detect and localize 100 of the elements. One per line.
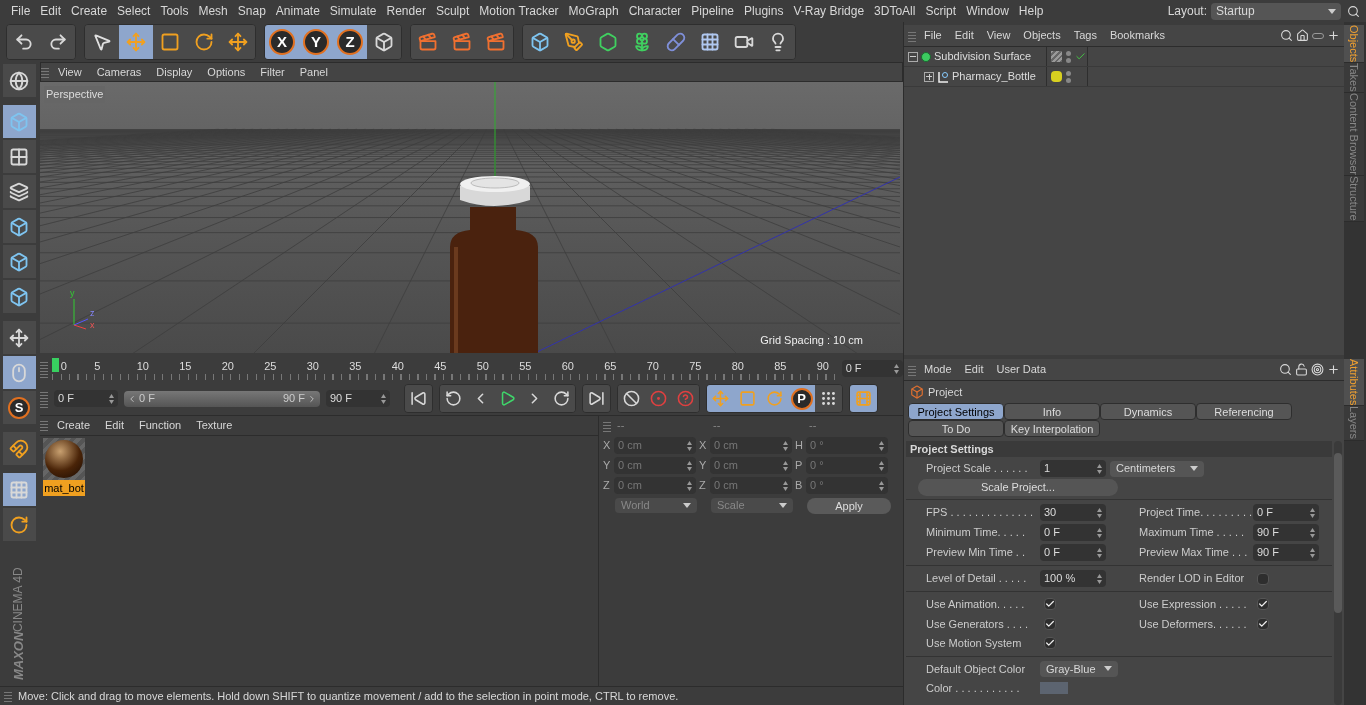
value-field[interactable]: 90 F bbox=[1253, 524, 1319, 541]
target-icon[interactable] bbox=[1311, 363, 1324, 376]
caret-icon[interactable] bbox=[1328, 8, 1336, 14]
range-slider[interactable]: 0 F 90 F bbox=[124, 390, 320, 407]
menu-item[interactable]: Edit bbox=[35, 2, 67, 20]
checkbox[interactable] bbox=[1044, 617, 1056, 630]
value-field[interactable]: 100 % bbox=[1040, 570, 1106, 587]
axis-lock-button[interactable]: Z bbox=[333, 25, 367, 59]
caret-icon[interactable] bbox=[779, 503, 787, 508]
tool-button[interactable] bbox=[2, 473, 36, 506]
menu-item[interactable]: Bookmarks bbox=[1104, 27, 1170, 44]
search-icon[interactable] bbox=[1347, 4, 1360, 18]
menu-item[interactable]: Animate bbox=[270, 2, 325, 20]
menu-item[interactable]: User Data bbox=[991, 361, 1052, 378]
menu-item[interactable]: File bbox=[6, 2, 36, 20]
menu-item[interactable]: Render bbox=[381, 2, 431, 20]
tool-button[interactable] bbox=[405, 385, 432, 412]
tool-button[interactable]: S bbox=[2, 391, 36, 424]
tool-button[interactable] bbox=[2, 356, 36, 389]
material-preview[interactable] bbox=[43, 437, 85, 480]
caret-icon[interactable] bbox=[1104, 666, 1112, 672]
spinner-icon[interactable] bbox=[381, 393, 386, 404]
menu-item[interactable]: Edit bbox=[949, 27, 979, 44]
viewport[interactable]: Perspective Grid Spacing : 10 cm y z x bbox=[40, 82, 903, 353]
tool-button[interactable] bbox=[2, 432, 36, 465]
home-icon[interactable] bbox=[1296, 29, 1309, 42]
tab[interactable]: Info bbox=[1004, 403, 1100, 420]
menu-item[interactable]: Simulate bbox=[324, 2, 382, 20]
menu-item[interactable]: Mesh bbox=[193, 2, 233, 20]
object-name[interactable]: Pharmacy_Bottle bbox=[952, 68, 1036, 85]
spinner-icon[interactable] bbox=[1097, 527, 1102, 538]
spinner-icon[interactable] bbox=[109, 393, 114, 404]
color-dropdown[interactable]: Gray-Blue bbox=[1040, 660, 1118, 677]
spinner-icon[interactable] bbox=[1310, 527, 1315, 538]
spinner-icon[interactable] bbox=[1097, 463, 1102, 474]
tab[interactable]: To Do bbox=[908, 420, 1004, 437]
side-tab[interactable]: Objects bbox=[1344, 25, 1364, 64]
spinner-icon[interactable] bbox=[894, 363, 899, 374]
value-field[interactable]: 90 F bbox=[1253, 544, 1319, 561]
menu-item[interactable]: View bbox=[52, 63, 88, 81]
value-field[interactable]: 90 F bbox=[326, 390, 390, 407]
value-field[interactable]: 0 F bbox=[1253, 504, 1319, 521]
menu-item[interactable]: Texture bbox=[190, 416, 239, 434]
menu-item[interactable]: MoGraph bbox=[563, 2, 624, 20]
tool-button[interactable] bbox=[2, 175, 36, 208]
layout-dropdown[interactable]: Startup bbox=[1211, 2, 1341, 20]
menu-item[interactable]: Edit bbox=[959, 361, 989, 378]
spinner-icon[interactable] bbox=[1097, 507, 1102, 518]
menu-item[interactable]: Script bbox=[920, 2, 962, 20]
tab[interactable]: Referencing bbox=[1196, 403, 1292, 420]
object-name[interactable]: Subdivision Surface bbox=[934, 48, 1032, 65]
tool-button[interactable] bbox=[2, 508, 36, 541]
checkbox[interactable] bbox=[1257, 617, 1269, 630]
tool-button[interactable] bbox=[583, 385, 610, 412]
unit-dropdown[interactable]: Centimeters bbox=[1110, 460, 1204, 477]
section-header[interactable]: Project Settings bbox=[906, 441, 1332, 457]
checkbox[interactable] bbox=[1044, 598, 1056, 611]
spinner-icon[interactable] bbox=[1310, 547, 1315, 558]
menu-item[interactable]: Motion Tracker bbox=[474, 2, 564, 20]
visibility-dots-icon[interactable] bbox=[1066, 70, 1071, 83]
value-field[interactable]: 0 F bbox=[1040, 524, 1106, 541]
menu-item[interactable]: Create bbox=[66, 2, 113, 20]
caret-icon[interactable] bbox=[1190, 466, 1198, 471]
caret-icon[interactable] bbox=[683, 503, 691, 508]
menu-item[interactable]: Function bbox=[133, 416, 188, 434]
value-field[interactable]: 0 F bbox=[1040, 544, 1106, 561]
enabled-check-icon[interactable] bbox=[1075, 51, 1086, 62]
menu-item[interactable]: 3DToAll bbox=[869, 2, 921, 20]
tool-button[interactable] bbox=[2, 280, 36, 313]
menu-item[interactable]: Select bbox=[112, 2, 156, 20]
tool-button[interactable] bbox=[2, 321, 36, 354]
layer-color-swatch[interactable] bbox=[1051, 71, 1062, 82]
color-swatch[interactable] bbox=[1040, 682, 1068, 695]
tool-button[interactable] bbox=[2, 140, 36, 173]
tool-button[interactable] bbox=[2, 105, 36, 138]
lock-icon[interactable] bbox=[1295, 363, 1308, 376]
axis-lock-button[interactable]: X bbox=[265, 25, 299, 59]
menu-item[interactable]: Pipeline bbox=[686, 2, 740, 20]
menu-item[interactable]: Tools bbox=[155, 2, 194, 20]
side-tab[interactable]: Attributes bbox=[1344, 359, 1364, 407]
menu-item[interactable]: Snap bbox=[232, 2, 271, 20]
tab[interactable]: Dynamics bbox=[1100, 403, 1196, 420]
tab[interactable]: Key Interpolation bbox=[1004, 420, 1100, 437]
menu-item[interactable]: View bbox=[981, 27, 1016, 44]
visibility-dots-icon[interactable] bbox=[1066, 50, 1071, 63]
menu-item[interactable]: Tags bbox=[1068, 27, 1102, 44]
value-field[interactable]: 0 F bbox=[54, 390, 118, 407]
spinner-icon[interactable] bbox=[1310, 507, 1315, 518]
tool-button[interactable] bbox=[2, 64, 36, 97]
menu-item[interactable]: Cameras bbox=[90, 63, 148, 81]
expand-toggle[interactable] bbox=[924, 71, 934, 82]
menu-item[interactable]: Options bbox=[201, 63, 252, 81]
new-window-icon[interactable] bbox=[1327, 29, 1340, 42]
menu-item[interactable]: Panel bbox=[293, 63, 334, 81]
playhead-marker[interactable] bbox=[51, 357, 59, 372]
scale-project-button[interactable]: Scale Project... bbox=[918, 479, 1118, 496]
menu-item[interactable]: Mode bbox=[919, 361, 957, 378]
spinner-icon[interactable] bbox=[1097, 573, 1102, 584]
menu-item[interactable]: Filter bbox=[254, 63, 291, 81]
search-icon[interactable] bbox=[1279, 363, 1292, 376]
